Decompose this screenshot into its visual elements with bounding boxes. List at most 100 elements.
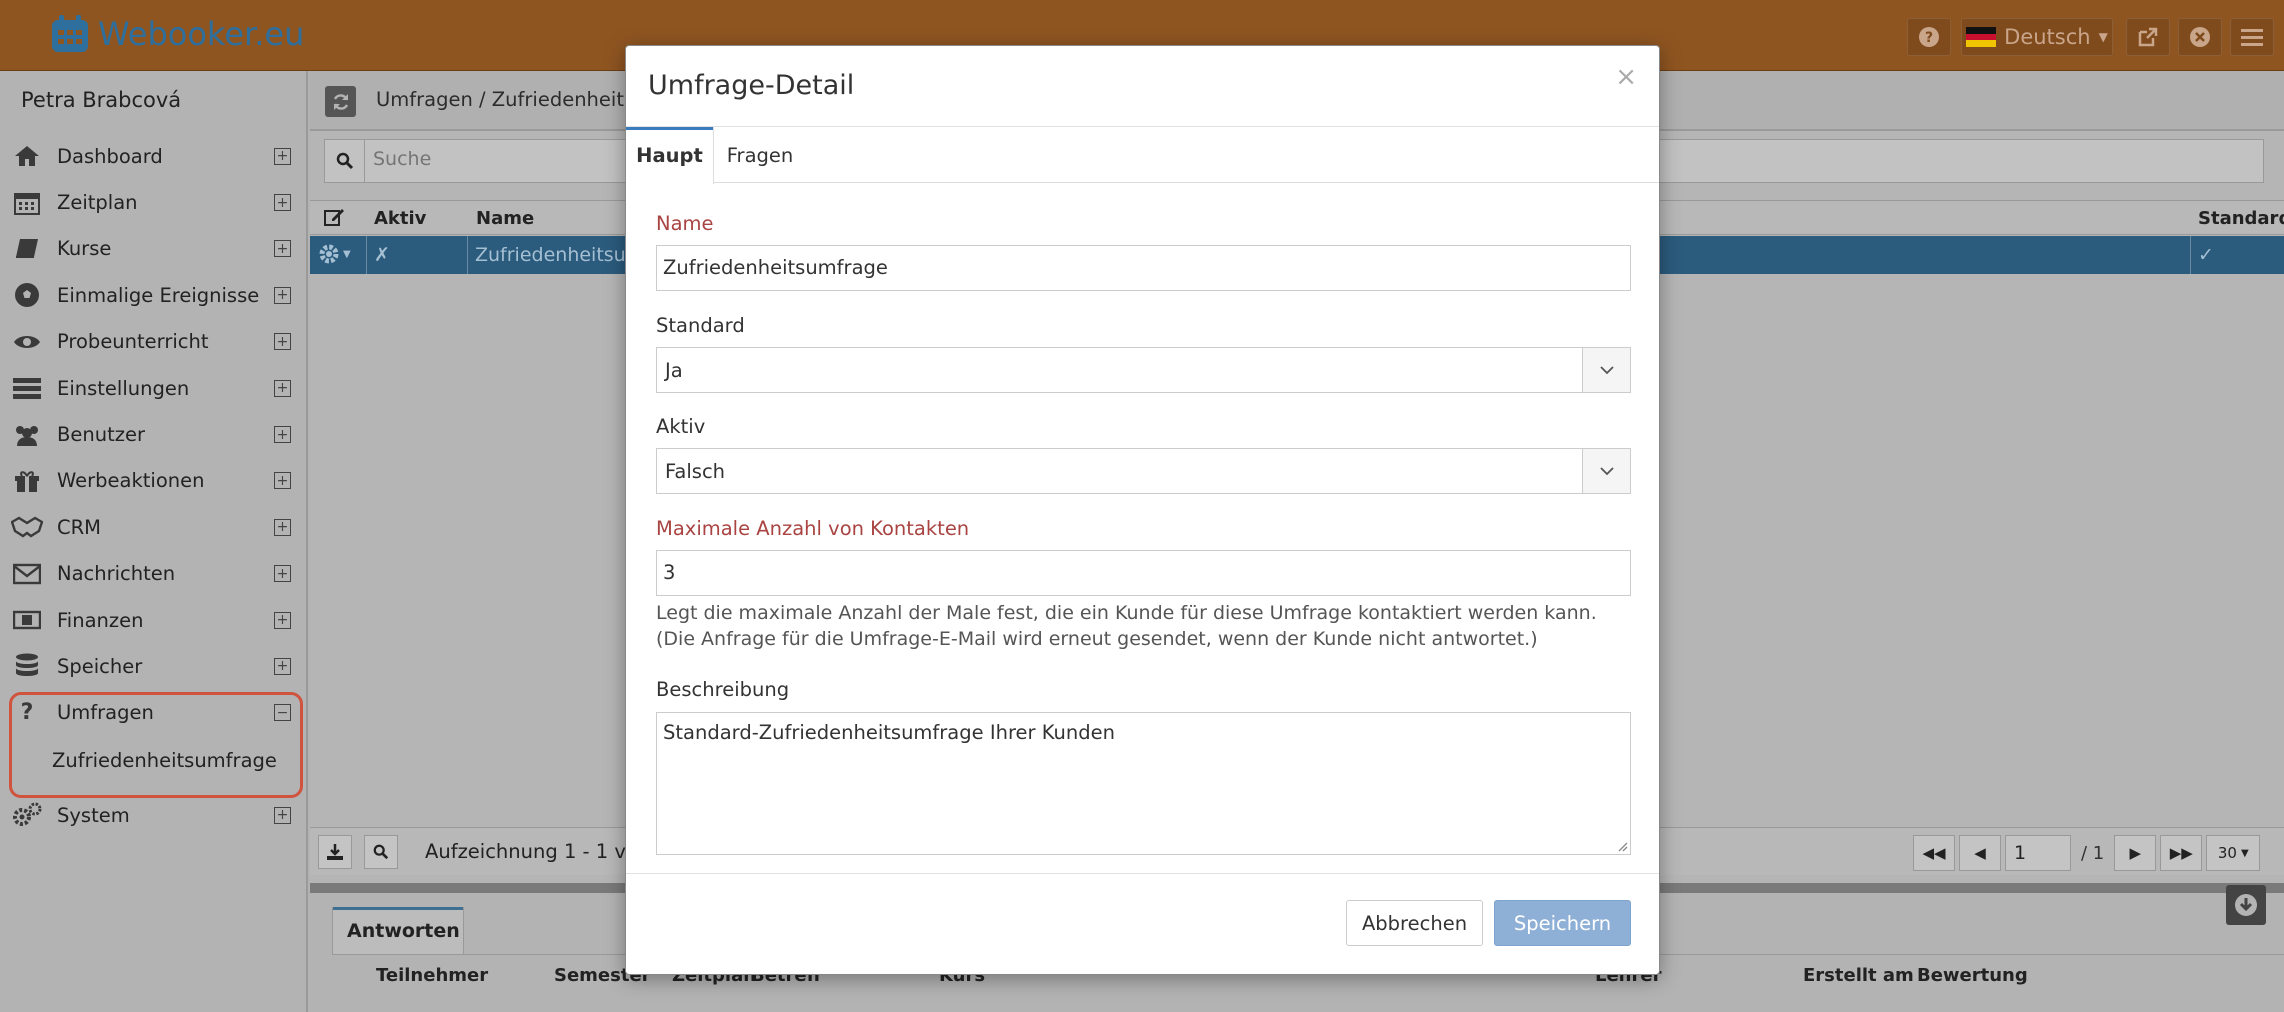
- tab-haupt[interactable]: Haupt: [626, 127, 714, 184]
- prev-page-icon: ◀: [1974, 844, 1986, 862]
- tab-fragen[interactable]: Fragen: [722, 127, 798, 183]
- help-button[interactable]: ?: [1907, 18, 1951, 56]
- aktiv-select[interactable]: Falsch: [656, 448, 1631, 494]
- refresh-icon: [333, 93, 348, 110]
- caret-down-icon: ▼: [2098, 30, 2108, 44]
- page-size-value: 30: [2217, 844, 2237, 862]
- survey-detail-dialog: Umfrage-Detail × Haupt Fragen Name Zufri…: [625, 45, 1660, 975]
- standard-select[interactable]: Ja: [656, 347, 1631, 393]
- column-bewertung[interactable]: Bewertung: [1917, 965, 2028, 986]
- expand-icon[interactable]: +: [274, 333, 291, 351]
- sidebar-item-label: Nachrichten: [57, 562, 176, 586]
- sidebar-item-system[interactable]: System +: [0, 792, 306, 838]
- sidebar-item-label: Probeunterricht: [57, 330, 209, 354]
- highlight-annotation: [9, 692, 303, 798]
- calendar-icon: [11, 190, 43, 216]
- expand-icon[interactable]: +: [274, 611, 291, 629]
- sidebar-item-benutzer[interactable]: Benutzer +: [0, 411, 306, 457]
- last-page-button[interactable]: ▶▶: [2160, 835, 2203, 871]
- sidebar-item-einmalige-ereignisse[interactable]: Einmalige Ereignisse +: [0, 272, 306, 318]
- page-size-select[interactable]: 30 ▼: [2206, 835, 2261, 871]
- column-standard[interactable]: Standard: [2198, 208, 2284, 229]
- tab-antworten[interactable]: Antworten: [332, 907, 464, 954]
- external-link-button[interactable]: [2126, 18, 2170, 56]
- edit-icon: [324, 207, 346, 227]
- sidebar-item-probeunterricht[interactable]: Probeunterricht +: [0, 319, 306, 365]
- standard-label: Standard: [656, 314, 745, 337]
- cell-divider: [467, 236, 468, 274]
- standard-value: Ja: [665, 359, 683, 382]
- sidebar-item-einstellungen[interactable]: Einstellungen +: [0, 365, 306, 411]
- language-select[interactable]: Deutsch ▼: [1961, 18, 2113, 56]
- expand-icon[interactable]: +: [274, 657, 291, 675]
- sidebar-item-label: Einmalige Ereignisse: [57, 283, 260, 307]
- svg-text:?: ?: [1925, 30, 1933, 46]
- sidebar-item-zeitplan[interactable]: Zeitplan +: [0, 179, 306, 225]
- expand-icon[interactable]: +: [274, 379, 291, 397]
- row-actions-button[interactable]: ▼: [318, 243, 351, 265]
- expand-icon[interactable]: +: [274, 240, 291, 258]
- column-name[interactable]: Name: [476, 208, 534, 229]
- sidebar-item-finanzen[interactable]: Finanzen +: [0, 597, 306, 643]
- row-standard-value: ✓: [2198, 244, 2214, 266]
- gear-icon: [319, 244, 339, 264]
- chevron-down-icon: [1582, 449, 1630, 493]
- cancel-button[interactable]: Abbrechen: [1346, 900, 1483, 946]
- book-icon: [11, 236, 43, 262]
- expand-icon[interactable]: +: [274, 518, 291, 536]
- search-icon[interactable]: [325, 140, 365, 182]
- last-page-icon: ▶▶: [2169, 844, 2193, 862]
- sidebar-item-nachrichten[interactable]: Nachrichten +: [0, 551, 306, 597]
- resize-grip-icon[interactable]: [1616, 840, 1628, 852]
- database-icon: [11, 653, 43, 679]
- description-value: Standard-Zufriedenheitsumfrage Ihrer Kun…: [663, 721, 1116, 744]
- external-link-icon: [2138, 27, 2158, 47]
- column-erstellt-am[interactable]: Erstellt am: [1803, 965, 1914, 986]
- prev-page-button[interactable]: ◀: [1959, 835, 2001, 871]
- sidebar-item-speicher[interactable]: Speicher +: [0, 643, 306, 689]
- sidebar-item-label: Finanzen: [57, 608, 144, 632]
- refresh-button[interactable]: [325, 86, 356, 117]
- scroll-down-button[interactable]: [2226, 885, 2266, 925]
- search-button[interactable]: [364, 835, 398, 869]
- expand-icon[interactable]: +: [274, 806, 291, 824]
- column-teilnehmer[interactable]: Teilnehmer: [376, 965, 488, 986]
- sidebar-item-kurse[interactable]: Kurse +: [0, 226, 306, 272]
- sidebar-item-werbeaktionen[interactable]: Werbeaktionen +: [0, 458, 306, 504]
- close-icon[interactable]: ×: [1615, 62, 1637, 92]
- expand-icon[interactable]: +: [274, 194, 291, 212]
- export-button[interactable]: [318, 835, 352, 869]
- max-contacts-field[interactable]: 3: [656, 550, 1631, 596]
- sidebar-item-label: Kurse: [57, 237, 112, 261]
- page-input[interactable]: 1: [2005, 835, 2071, 871]
- sliders-icon: [11, 375, 43, 401]
- first-page-button[interactable]: ◀◀: [1913, 835, 1955, 871]
- description-field[interactable]: Standard-Zufriedenheitsumfrage Ihrer Kun…: [656, 712, 1631, 855]
- first-page-icon: ◀◀: [1922, 844, 1946, 862]
- next-page-icon: ▶: [2129, 844, 2142, 862]
- brand-logo[interactable]: Webooker.eu: [48, 14, 304, 54]
- sidebar-item-dashboard[interactable]: Dashboard +: [0, 133, 306, 179]
- column-aktiv[interactable]: Aktiv: [374, 208, 426, 229]
- expand-icon[interactable]: +: [274, 286, 291, 304]
- cell-divider: [366, 236, 367, 274]
- gift-icon: [11, 468, 43, 494]
- close-session-button[interactable]: [2178, 18, 2222, 56]
- next-page-button[interactable]: ▶: [2114, 835, 2157, 871]
- expand-icon[interactable]: +: [274, 472, 291, 490]
- name-field[interactable]: Zufriedenheitsumfrage: [656, 245, 1631, 291]
- page-total: / 1: [2081, 842, 2105, 864]
- user-name: Petra Brabcová: [21, 88, 182, 112]
- chevron-down-icon: [1582, 348, 1630, 392]
- sidebar-item-crm[interactable]: CRM +: [0, 504, 306, 550]
- sidebar-item-label: Benutzer: [57, 423, 145, 447]
- aktiv-value: Falsch: [665, 460, 726, 483]
- menu-button[interactable]: [2230, 18, 2274, 56]
- envelope-icon: [11, 561, 43, 587]
- save-button[interactable]: Speichern: [1494, 900, 1631, 946]
- expand-icon[interactable]: +: [274, 426, 291, 444]
- expand-icon[interactable]: +: [274, 147, 291, 165]
- expand-icon[interactable]: +: [274, 565, 291, 583]
- cell-divider: [2190, 236, 2191, 274]
- divider: [626, 873, 1659, 874]
